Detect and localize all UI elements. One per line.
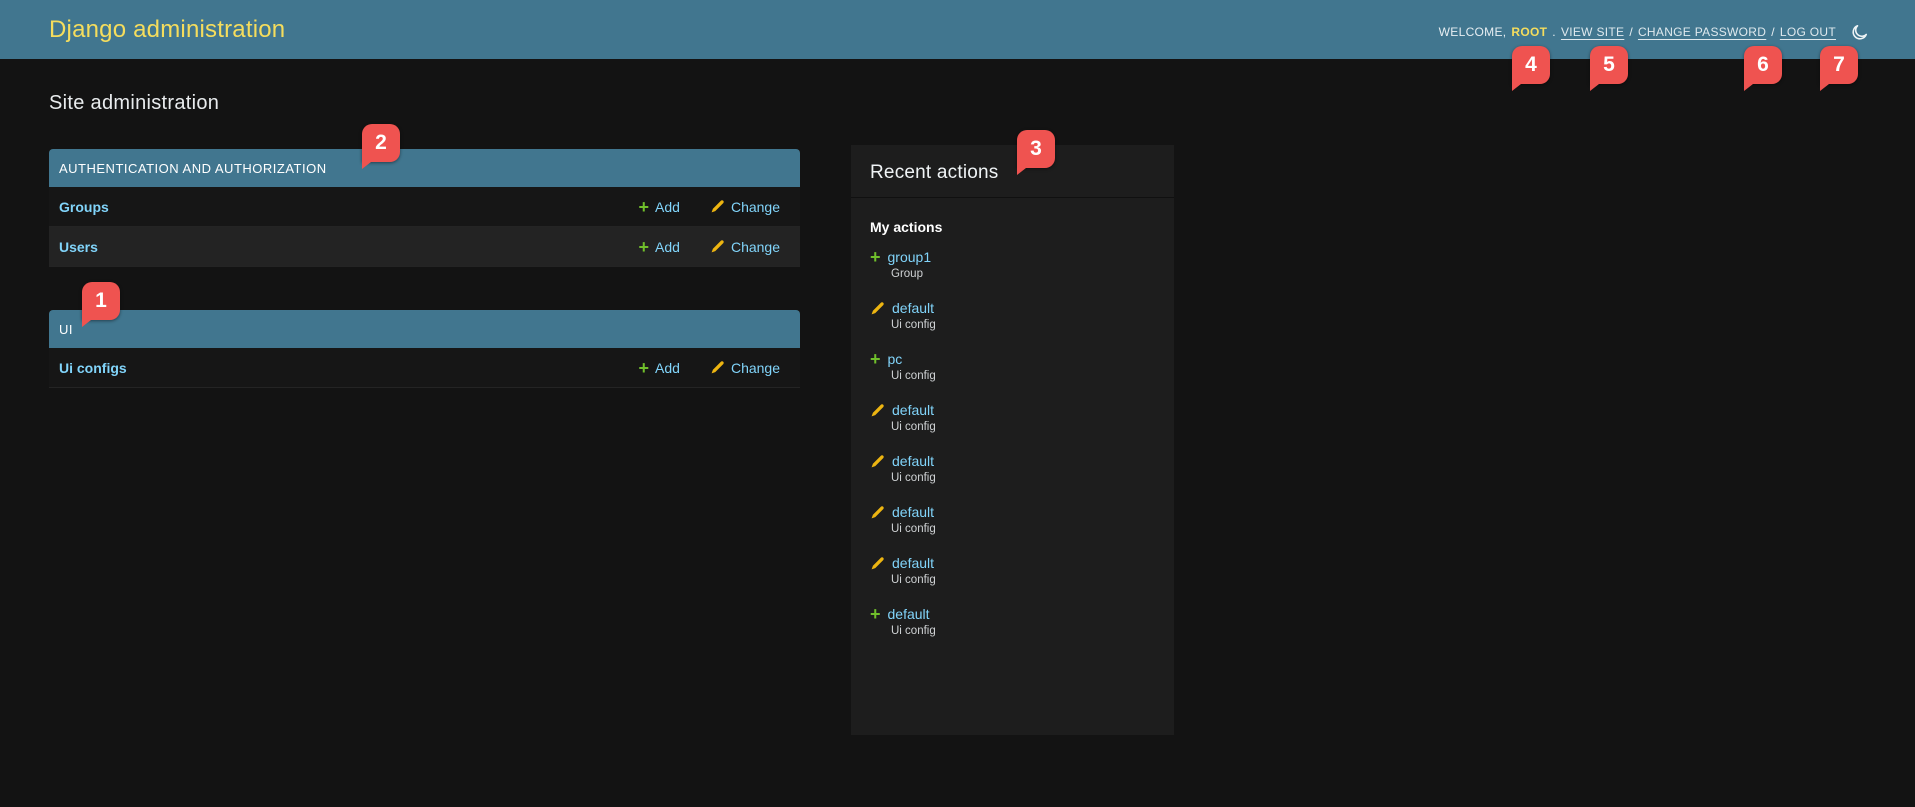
change-label: Change	[731, 239, 780, 255]
recent-action-line: default	[870, 453, 1155, 469]
recent-action-item: + default Ui config	[870, 606, 1155, 637]
recent-action-item: + pc Ui config	[870, 351, 1155, 382]
recent-action-link-5[interactable]: default	[892, 504, 934, 520]
add-plus-icon: +	[870, 607, 881, 621]
recent-action-item: default Ui config	[870, 504, 1155, 535]
django-admin-page: Django administration WELCOME, ROOT. VIE…	[0, 0, 1915, 807]
recent-action-type: Ui config	[891, 523, 1155, 535]
change-link-users[interactable]: Change	[710, 239, 780, 255]
change-pencil-icon	[870, 301, 885, 316]
som-mark-1: 1	[82, 282, 120, 320]
recent-action-type: Ui config	[891, 421, 1155, 433]
recent-action-item: + group1 Group	[870, 249, 1155, 280]
recent-action-link-1[interactable]: default	[892, 300, 934, 316]
change-pencil-icon	[870, 403, 885, 418]
recent-action-line: default	[870, 555, 1155, 571]
change-label: Change	[731, 199, 780, 215]
row-actions-users: + Add Change	[639, 239, 780, 255]
change-pencil-icon	[710, 239, 725, 254]
change-label: Change	[731, 360, 780, 376]
som-mark-7: 7	[1820, 46, 1858, 84]
moon-icon	[1850, 23, 1869, 42]
recent-action-link-2[interactable]: pc	[888, 351, 903, 367]
recent-action-type: Ui config	[891, 319, 1155, 331]
recent-action-line: default	[870, 504, 1155, 520]
module-caption-authentication: AUTHENTICATION AND AUTHORIZATION	[49, 149, 800, 187]
recent-action-type: Ui config	[891, 625, 1155, 637]
module-ui: UI Ui configs + Add Change	[49, 310, 800, 388]
add-label: Add	[655, 360, 680, 376]
recent-action-link-0[interactable]: group1	[888, 249, 932, 265]
recent-action-link-4[interactable]: default	[892, 453, 934, 469]
recent-action-line: + pc	[870, 351, 1155, 367]
change-pencil-icon	[870, 454, 885, 469]
add-plus-icon: +	[639, 240, 650, 254]
separator: /	[1771, 25, 1775, 39]
som-mark-4: 4	[1512, 46, 1550, 84]
add-link-groups[interactable]: + Add	[639, 199, 680, 215]
model-row-users: Users + Add Change	[49, 227, 800, 267]
recent-actions-title: Recent actions	[851, 145, 1174, 198]
change-pencil-icon	[870, 505, 885, 520]
model-link-users[interactable]: Users	[59, 239, 98, 255]
change-link-ui-configs[interactable]: Change	[710, 360, 780, 376]
recent-action-type: Group	[891, 268, 1155, 280]
som-mark-5: 5	[1590, 46, 1628, 84]
som-mark-6: 6	[1744, 46, 1782, 84]
recent-action-type: Ui config	[891, 574, 1155, 586]
header-bar: Django administration WELCOME, ROOT. VIE…	[0, 0, 1915, 59]
row-actions-ui-configs: + Add Change	[639, 360, 780, 376]
model-link-groups[interactable]: Groups	[59, 199, 109, 215]
row-actions-groups: + Add Change	[639, 199, 780, 215]
recent-action-item: default Ui config	[870, 453, 1155, 484]
view-site-link[interactable]: VIEW SITE	[1561, 25, 1624, 39]
recent-action-item: default Ui config	[870, 300, 1155, 331]
site-name-link[interactable]: Django administration	[49, 0, 285, 59]
add-label: Add	[655, 239, 680, 255]
recent-action-line: default	[870, 402, 1155, 418]
add-link-ui-configs[interactable]: + Add	[639, 360, 680, 376]
change-pencil-icon	[710, 360, 725, 375]
recent-action-type: Ui config	[891, 472, 1155, 484]
change-link-groups[interactable]: Change	[710, 199, 780, 215]
recent-actions-panel: Recent actions My actions + group1 Group…	[851, 145, 1174, 735]
recent-action-item: default Ui config	[870, 402, 1155, 433]
recent-action-link-7[interactable]: default	[888, 606, 930, 622]
som-mark-3: 3	[1017, 130, 1055, 168]
log-out-link[interactable]: LOG OUT	[1780, 25, 1836, 39]
add-label: Add	[655, 199, 680, 215]
change-pencil-icon	[870, 556, 885, 571]
recent-action-item: default Ui config	[870, 555, 1155, 586]
model-row-ui-configs: Ui configs + Add Change	[49, 348, 800, 388]
model-link-ui-configs[interactable]: Ui configs	[59, 360, 127, 376]
recent-action-link-6[interactable]: default	[892, 555, 934, 571]
recent-actions-list: + group1 Group default Ui config + pc Ui…	[851, 249, 1174, 637]
add-plus-icon: +	[870, 352, 881, 366]
user-tools: WELCOME, ROOT. VIEW SITE / CHANGE PASSWO…	[1439, 0, 1869, 64]
username-period: .	[1552, 25, 1556, 39]
module-caption-ui: UI	[49, 310, 800, 348]
recent-action-type: Ui config	[891, 370, 1155, 382]
som-mark-2: 2	[362, 124, 400, 162]
add-plus-icon: +	[639, 361, 650, 375]
change-pencil-icon	[710, 199, 725, 214]
theme-toggle-button[interactable]	[1850, 23, 1869, 42]
recent-action-line: + group1	[870, 249, 1155, 265]
change-password-link[interactable]: CHANGE PASSWORD	[1638, 25, 1766, 39]
my-actions-heading: My actions	[870, 219, 1155, 235]
model-row-groups: Groups + Add Change	[49, 187, 800, 227]
add-plus-icon: +	[870, 250, 881, 264]
separator: /	[1629, 25, 1633, 39]
welcome-text: WELCOME,	[1439, 25, 1507, 39]
add-link-users[interactable]: + Add	[639, 239, 680, 255]
module-authentication: AUTHENTICATION AND AUTHORIZATION Groups …	[49, 149, 800, 267]
recent-action-line: + default	[870, 606, 1155, 622]
recent-action-link-3[interactable]: default	[892, 402, 934, 418]
add-plus-icon: +	[639, 200, 650, 214]
page-title: Site administration	[49, 92, 219, 115]
recent-action-line: default	[870, 300, 1155, 316]
username-text: ROOT	[1511, 25, 1547, 39]
